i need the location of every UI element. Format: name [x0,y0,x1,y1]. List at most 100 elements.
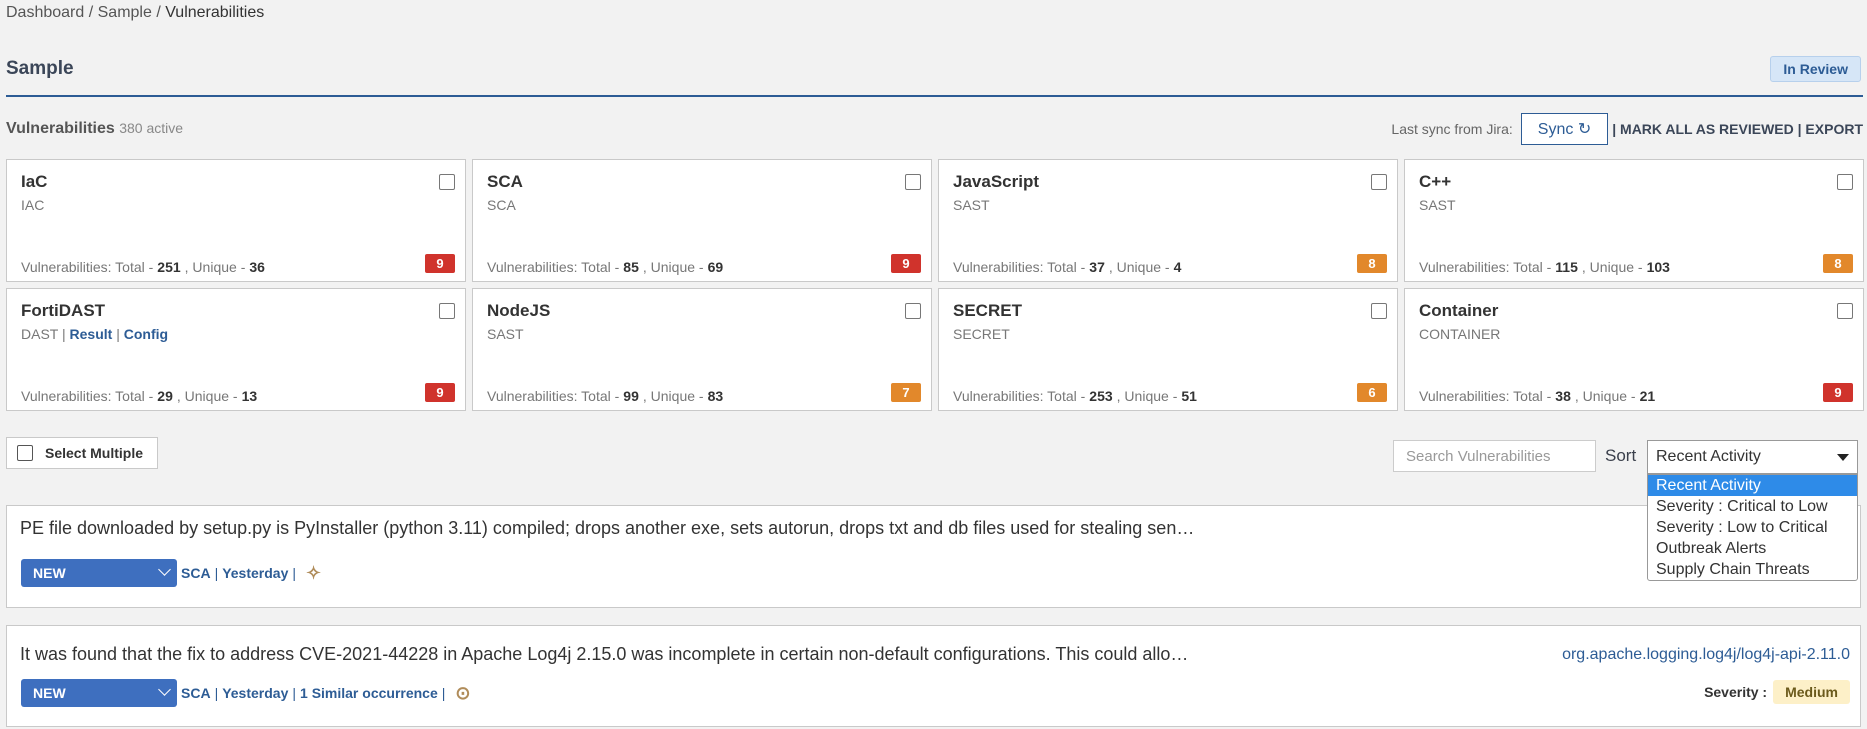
vulnerability-row[interactable]: It was found that the fix to address CVE… [6,625,1861,727]
sort-dropdown: Recent Activity Severity : Critical to Lo… [1647,474,1858,581]
card-checkbox[interactable] [1837,174,1853,190]
sync-area: Last sync from Jira: Sync ↻ | MARK ALL A… [1391,113,1863,145]
card-type: SAST [953,197,990,213]
meta-source[interactable]: SCA [181,685,211,701]
card-link[interactable]: Config [124,326,168,342]
card-type: IAC [21,197,44,213]
stats-total: 37 [1089,259,1105,275]
vulnerability-title[interactable]: It was found that the fix to address CVE… [20,644,1188,665]
card-name: Container [1419,301,1499,320]
status-label: NEW [33,685,66,701]
scanner-card[interactable]: NodeJS SAST Vulnerabilities: Total -99, … [472,288,932,411]
sort-option[interactable]: Outbreak Alerts [1648,538,1857,559]
sort-label: Sort [1605,446,1637,465]
chevron-down-icon [158,683,171,696]
severity-count-badge: 8 [1823,254,1853,273]
caret-down-icon [1837,454,1849,461]
scanner-card[interactable]: SCA SCA Vulnerabilities: Total -85, Uniq… [472,159,932,282]
status-dropdown[interactable]: NEW [21,679,177,707]
stats-total: 85 [623,259,639,275]
card-link-separator: | [61,326,66,342]
card-type-label: CONTAINER [1419,326,1501,342]
card-checkbox[interactable] [1371,303,1387,319]
breadcrumb-sample[interactable]: Sample [98,4,152,21]
stats-unique-label: , Unique - [1108,259,1170,275]
card-link-separator: | [116,326,120,342]
stats-unique: 51 [1181,388,1197,404]
scanner-card[interactable]: FortiDAST DAST | Result | Config Vulnera… [6,288,466,411]
sort-option[interactable]: Recent Activity [1648,475,1857,496]
stats-total-label: Vulnerabilities: Total - [953,388,1086,404]
vulnerabilities-label: Vulnerabilities [6,120,115,137]
sort-option[interactable]: Severity : Low to Critical [1648,517,1857,538]
stats-total-label: Vulnerabilities: Total - [487,259,620,275]
card-name: FortiDAST [21,301,106,320]
sync-actions[interactable]: | MARK ALL AS REVIEWED | EXPORT [1612,121,1863,137]
page-title: Sample [6,58,74,79]
vulnerabilities-heading: Vulnerabilities 380 active [6,120,183,138]
card-type-label: SCA [487,197,516,213]
card-type-label: SECRET [953,326,1010,342]
card-stats: Vulnerabilities: Total -37, Unique -4 [953,259,1185,275]
vulnerability-row[interactable]: PE file downloaded by setup.py is PyInst… [6,505,1861,608]
card-checkbox[interactable] [439,303,455,319]
select-multiple-label: Select Multiple [45,445,144,461]
stats-total-label: Vulnerabilities: Total - [21,388,154,404]
card-name: C++ [1419,172,1452,191]
severity-label: Severity : [1704,684,1768,700]
card-checkbox[interactable] [439,174,455,190]
fix-suggestion-icon[interactable]: ✧ [306,563,321,584]
severity-count-badge: 9 [425,383,455,402]
stats-total: 38 [1555,388,1571,404]
stats-total: 29 [157,388,173,404]
card-type: SAST [1419,197,1456,213]
select-multiple-checkbox[interactable] [17,445,33,461]
chevron-down-icon [158,563,171,576]
card-checkbox[interactable] [1837,303,1853,319]
card-type: SCA [487,197,516,213]
card-stats: Vulnerabilities: Total -29, Unique -13 [21,388,261,404]
search-input[interactable]: Search Vulnerabilities [1393,440,1596,472]
sync-button[interactable]: Sync ↻ [1520,113,1609,145]
scanner-card[interactable]: C++ SAST Vulnerabilities: Total -115, Un… [1404,159,1864,282]
severity-count-badge: 7 [891,383,921,402]
stats-unique: 4 [1173,259,1182,275]
card-stats: Vulnerabilities: Total -251, Unique -36 [21,259,269,275]
card-name: IaC [21,172,48,191]
severity-count-badge: 9 [891,254,921,273]
status-badge[interactable]: In Review [1770,56,1861,82]
sort-option[interactable]: Supply Chain Threats [1648,559,1857,580]
package-link[interactable]: org.apache.logging.log4j/log4j-api-2.11.… [1562,646,1850,664]
card-checkbox[interactable] [905,303,921,319]
sort-option[interactable]: Severity : Critical to Low [1648,496,1857,517]
active-count: 380 active [119,120,184,136]
card-name: SCA [487,172,523,191]
similar-occurrence-link[interactable]: 1 Similar occurrence [300,685,438,701]
severity-count-badge: 6 [1357,383,1387,402]
card-link[interactable]: Result [70,326,113,342]
sort-select[interactable]: Recent Activity [1647,440,1858,474]
breadcrumb: Dashboard / Sample / Vulnerabilities [6,4,264,22]
scanner-card[interactable]: SECRET SECRET Vulnerabilities: Total -25… [938,288,1398,411]
vulnerability-title[interactable]: PE file downloaded by setup.py is PyInst… [20,518,1194,539]
select-multiple-toggle[interactable]: Select Multiple [6,437,158,469]
stats-total-label: Vulnerabilities: Total - [21,259,154,275]
scanner-card[interactable]: Container CONTAINER Vulnerabilities: Tot… [1404,288,1864,411]
card-stats: Vulnerabilities: Total -253, Unique -51 [953,388,1201,404]
stats-total-label: Vulnerabilities: Total - [487,388,620,404]
meta-source[interactable]: SCA [181,565,211,581]
scanner-card[interactable]: IaC IAC Vulnerabilities: Total -251, Uni… [6,159,466,282]
scanner-card-grid: IaC IAC Vulnerabilities: Total -251, Uni… [6,159,1865,411]
card-checkbox[interactable] [905,174,921,190]
bug-icon[interactable]: ⊙ [455,683,470,704]
meta-separator: | [441,685,446,701]
stats-unique: 36 [249,259,265,275]
last-sync-label: Last sync from Jira: [1391,121,1513,137]
scanner-card[interactable]: JavaScript SAST Vulnerabilities: Total -… [938,159,1398,282]
card-checkbox[interactable] [1371,174,1387,190]
refresh-icon: ↻ [1577,121,1592,138]
sync-button-label: Sync [1537,121,1574,138]
severity-count-badge: 9 [425,254,455,273]
status-dropdown[interactable]: NEW [21,559,177,587]
breadcrumb-dashboard[interactable]: Dashboard [6,4,84,21]
